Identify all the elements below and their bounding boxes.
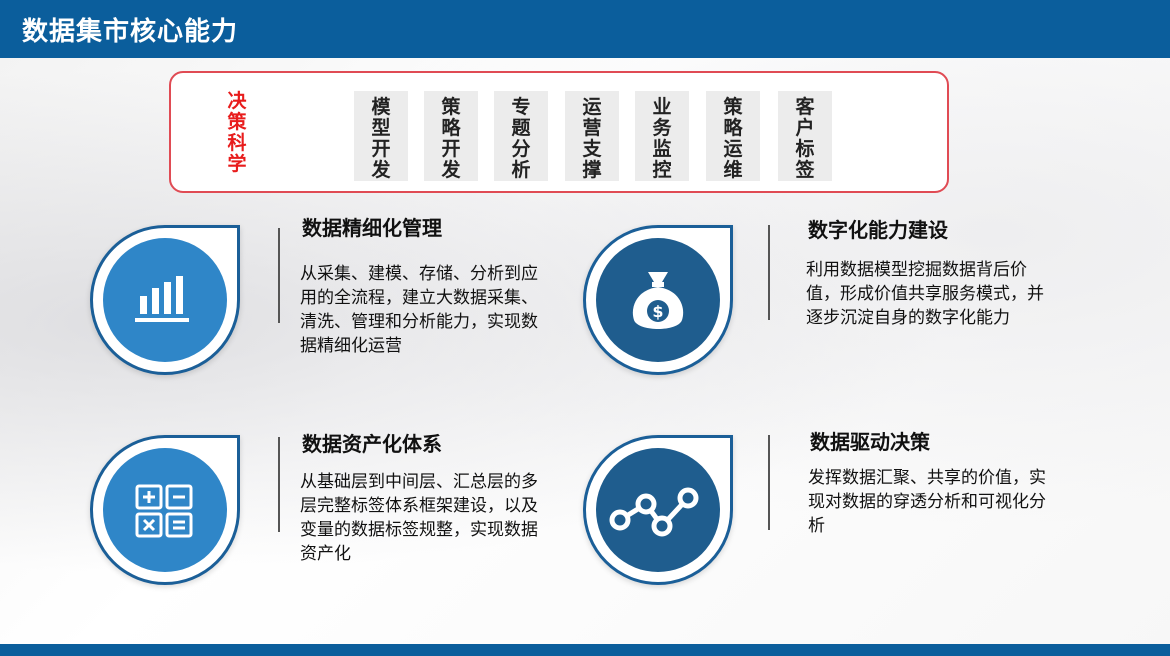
divider	[768, 435, 770, 530]
feature-badge: $	[583, 225, 733, 375]
header-bar: 数据集市核心能力	[0, 0, 1170, 58]
bar-chart-icon	[103, 238, 227, 362]
feature-title: 数字化能力建设	[808, 218, 948, 242]
feature-title: 数据驱动决策	[810, 430, 930, 454]
capability-item: 运营支撑	[565, 91, 619, 181]
feature-badge	[90, 435, 240, 585]
feature-description: 从基础层到中间层、汇总层的多层完整标签体系框架建设，以及变量的数据标签规整，实现…	[300, 472, 538, 564]
capability-item: 客户标签	[778, 91, 832, 181]
calculator-icon	[103, 448, 227, 572]
divider	[278, 437, 280, 532]
feature-description: 利用数据模型挖掘数据背后价值，形成价值共享服务模式，并逐步沉淀自身的数字化能力	[806, 260, 1044, 328]
svg-text:$: $	[652, 302, 663, 321]
capability-item: 业务监控	[635, 91, 689, 181]
feature-badge	[90, 225, 240, 375]
capability-category-label: 决策科学	[227, 90, 247, 175]
feature-title: 数据资产化体系	[302, 432, 442, 456]
feature-badge	[583, 435, 733, 585]
capability-item: 模型开发	[354, 91, 408, 181]
money-bag-icon: $	[596, 238, 720, 362]
capability-item: 策略开发	[424, 91, 478, 181]
divider	[278, 228, 280, 323]
feature-description: 从采集、建模、存储、分析到应用的全流程，建立大数据采集、清洗、管理和分析能力，实…	[300, 264, 538, 356]
capability-item: 策略运维	[706, 91, 760, 181]
page-title: 数据集市核心能力	[22, 17, 239, 47]
line-graph-icon	[596, 448, 720, 572]
feature-description: 发挥数据汇聚、共享的价值，实现对数据的穿透分析和可视化分析	[808, 468, 1046, 536]
footer-bar	[0, 644, 1170, 656]
capability-box: 决策科学 模型开发 策略开发 专题分析 运营支撑 业务监控 策略运维 客户标签	[169, 71, 949, 193]
divider	[768, 225, 770, 320]
capability-item: 专题分析	[494, 91, 548, 181]
feature-title: 数据精细化管理	[302, 216, 442, 240]
